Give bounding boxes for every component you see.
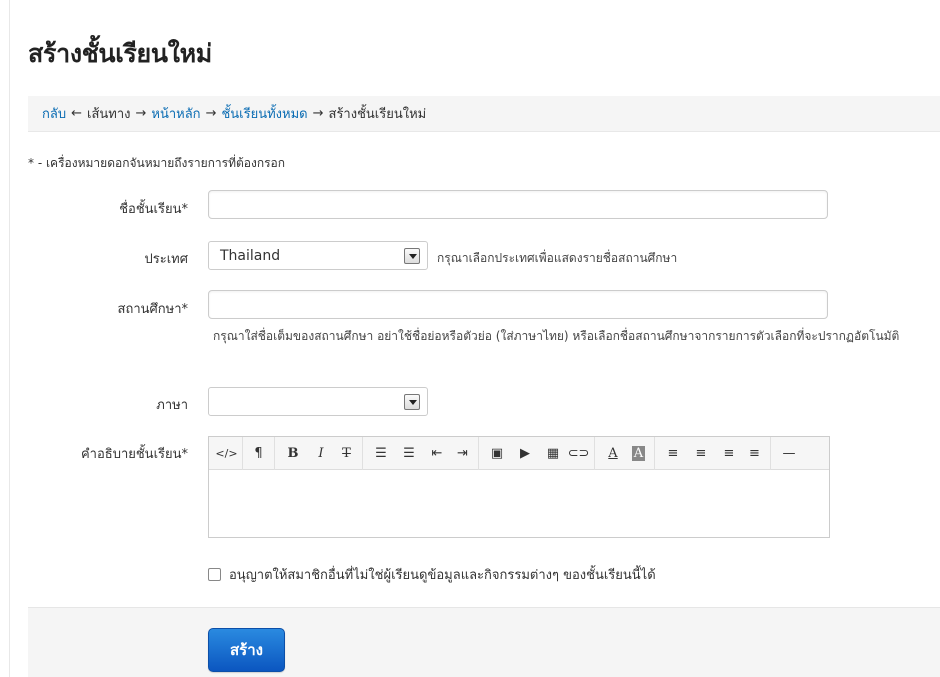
class-name-input[interactable] (208, 190, 828, 219)
country-label: ประเทศ (144, 252, 188, 267)
arrow-left-icon: ← (71, 106, 82, 121)
arrow-right-icon: → (135, 106, 147, 121)
editor-toolbar: </> ¶ B I T ☰ ☰ ⇤ ⇥ ▣ ▶ ▦ ⊂⊃ A A ≡ ≡ ≡ ≡… (209, 436, 829, 470)
school-help: กรุณาใส่ชื่อเต็มของสถานศึกษา อย่าใช้ชื่อ… (213, 329, 900, 343)
ordered-list-icon[interactable]: ☰ (395, 437, 423, 470)
breadcrumb: กลับ ← เส้นทาง → หน้าหลัก → ชั้นเรียนทั้… (28, 96, 940, 132)
create-button[interactable]: สร้าง (208, 628, 285, 672)
class-name-label-text: ชื่อชั้นเรียน (119, 202, 182, 217)
school-label-text: สถานศึกษา (117, 302, 182, 317)
align-center-icon[interactable]: ≡ (687, 437, 715, 470)
required-note: * - เครื่องหมายดอกจันหมายถึงรายการที่ต้อ… (28, 156, 286, 170)
arrow-right-icon: → (312, 106, 324, 121)
class-name-label: ชื่อชั้นเรียน* (28, 198, 188, 219)
link-icon[interactable]: ⊂⊃ (567, 436, 595, 470)
page-border (9, 0, 10, 677)
video-icon[interactable]: ▶ (511, 437, 539, 470)
description-editor: </> ¶ B I T ☰ ☰ ⇤ ⇥ ▣ ▶ ▦ ⊂⊃ A A ≡ ≡ ≡ ≡… (208, 436, 830, 538)
align-left-icon[interactable]: ≡ (659, 437, 687, 470)
school-label: สถานศึกษา* (28, 298, 188, 319)
required-marker: * (181, 447, 189, 462)
indent-icon[interactable]: ⇥ (451, 436, 479, 470)
form-actions (28, 607, 940, 677)
table-icon[interactable]: ▦ (539, 437, 567, 470)
country-help: กรุณาเลือกประเทศเพื่อแสดงรายชื่อสถานศึกษ… (437, 251, 678, 265)
dropdown-arrow-icon[interactable] (404, 248, 420, 264)
allow-view-label[interactable]: อนุญาตให้สมาชิกอื่นที่ไม่ใช่ผู้เรียนดูข้… (229, 564, 656, 585)
required-marker: * (181, 202, 189, 217)
language-label: ภาษา (156, 398, 188, 413)
paragraph-icon[interactable]: ¶ (247, 436, 275, 470)
italic-icon[interactable]: I (307, 437, 335, 470)
image-icon[interactable]: ▣ (483, 437, 511, 470)
language-select[interactable] (208, 387, 428, 416)
strikethrough-icon[interactable]: T (335, 436, 363, 470)
justify-icon[interactable]: ≡ (743, 436, 771, 470)
breadcrumb-home-link[interactable]: หน้าหลัก (151, 103, 200, 124)
allow-view-row: อนุญาตให้สมาชิกอื่นที่ไม่ใช่ผู้เรียนดูข้… (208, 564, 656, 585)
dropdown-arrow-icon[interactable] (404, 394, 420, 410)
description-label-text: คำอธิบายชั้นเรียน (80, 447, 182, 462)
breadcrumb-all-classes-link[interactable]: ชั้นเรียนทั้งหมด (221, 103, 307, 124)
background-color-icon[interactable]: A (627, 436, 655, 470)
editor-content-area[interactable] (209, 470, 829, 537)
required-marker: * (181, 302, 189, 317)
font-color-icon[interactable]: A (599, 437, 627, 470)
school-input[interactable] (208, 290, 828, 319)
code-view-icon[interactable]: </> (215, 436, 243, 470)
bold-icon[interactable]: B (279, 437, 307, 470)
outdent-icon[interactable]: ⇤ (423, 437, 451, 470)
unordered-list-icon[interactable]: ☰ (367, 437, 395, 470)
page-title: สร้างชั้นเรียนใหม่ (28, 39, 212, 68)
allow-view-checkbox[interactable] (208, 568, 221, 581)
breadcrumb-path-label: เส้นทาง (87, 107, 131, 122)
country-selected-value: Thailand (220, 247, 281, 264)
country-select[interactable]: Thailand (208, 241, 428, 270)
align-right-icon[interactable]: ≡ (715, 437, 743, 470)
horizontal-rule-icon[interactable]: — (775, 437, 803, 470)
breadcrumb-back-link[interactable]: กลับ (42, 103, 66, 124)
arrow-right-icon: → (205, 106, 217, 121)
breadcrumb-current: สร้างชั้นเรียนใหม่ (328, 107, 427, 122)
description-label: คำอธิบายชั้นเรียน* (28, 443, 188, 464)
